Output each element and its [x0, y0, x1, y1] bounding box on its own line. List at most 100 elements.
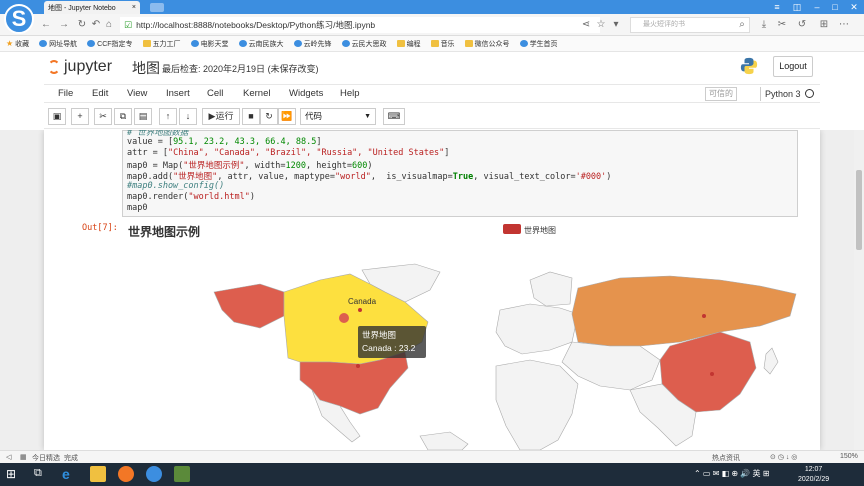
bookmark-item[interactable]: 云民大思政 — [341, 39, 387, 49]
edge-icon[interactable]: e — [62, 466, 70, 482]
windows-start-icon[interactable]: ⊞ — [6, 467, 16, 481]
file-explorer-icon[interactable] — [90, 466, 106, 482]
move-up-icon[interactable]: ↑ — [159, 108, 177, 125]
folder-icon — [464, 40, 473, 47]
menu-cell[interactable]: Cell — [207, 88, 223, 99]
back-icon[interactable]: ◁ — [6, 453, 11, 461]
browser-tab[interactable]: 地图 - Jupyter Notebo × — [44, 1, 140, 14]
menu-widgets[interactable]: Widgets — [289, 88, 323, 99]
bookmarks-bar: ★ 收藏 网址导航 CCF指定专 五力工厂 电影天堂 云南民族大 云岭先锋 云民大… — [0, 36, 864, 52]
skin-icon[interactable]: ◫ — [788, 1, 806, 13]
maximize-icon[interactable]: □ — [826, 1, 844, 13]
folder-icon — [396, 40, 405, 47]
undo-close-icon[interactable]: ↺ — [796, 19, 808, 31]
bookmark-folder[interactable]: 音乐 — [430, 39, 455, 49]
save-icon[interactable]: ▣ — [48, 108, 66, 125]
kernel-name[interactable]: Python 3 — [760, 87, 801, 101]
scrollbar-thumb[interactable] — [856, 170, 862, 250]
new-tab-button[interactable] — [150, 3, 164, 12]
taskbar-clock[interactable]: 12:07 2020/2/29 — [798, 465, 829, 485]
legend-swatch[interactable] — [503, 224, 521, 234]
globe-icon — [39, 40, 48, 47]
search-input[interactable]: 最火短评的书 — [630, 17, 750, 33]
forward-icon[interactable]: → — [58, 19, 70, 31]
bookmark-folder[interactable]: 编程 — [396, 39, 421, 49]
undo-icon[interactable]: ↶ — [90, 19, 102, 31]
bookmark-item[interactable]: ★ 收藏 — [6, 39, 29, 49]
move-down-icon[interactable]: ↓ — [179, 108, 197, 125]
checkpoint-status: 最后检查: 2020年2月19日 (未保存改变) — [162, 64, 319, 74]
status-today-picks[interactable]: 今日精选 — [32, 453, 60, 463]
close-window-icon[interactable]: ✕ — [845, 1, 863, 13]
refresh-icon[interactable]: ↻ — [76, 19, 88, 31]
task-view-icon[interactable]: ⧉ — [34, 467, 42, 480]
status-complete: 完成 — [64, 455, 78, 462]
legend-label[interactable]: 世界地图 — [524, 225, 556, 236]
home-icon[interactable]: ⌂ — [103, 19, 115, 31]
tray-icons[interactable]: ⌃ ▭ ✉ ◧ ⊕ 🔊 英 ⊞ — [694, 468, 769, 479]
notebook-title[interactable]: 地图 — [132, 58, 160, 78]
search-icon[interactable]: ⌕ — [736, 19, 748, 31]
menu-edit[interactable]: Edit — [92, 88, 108, 99]
python-logo-icon — [740, 57, 758, 75]
menu-icon[interactable]: ≡ — [768, 1, 786, 13]
menu-file[interactable]: File — [58, 88, 73, 99]
grid-icon[interactable]: ⊞ — [818, 19, 830, 31]
notebook-area: # 世界地图数据 value = [95.1, 23.2, 43.3, 66.4… — [0, 130, 854, 450]
code-line: attr = ["China", "Canada", "Brazil", "Ru… — [127, 148, 450, 158]
map-region-scandinavia — [529, 271, 573, 307]
cut-icon[interactable]: ✂ — [94, 108, 112, 125]
map-tooltip: 世界地图 Canada : 23.2 — [358, 326, 426, 358]
download-icon[interactable]: ⤓ — [758, 19, 770, 31]
tooltip-value: Canada : 23.2 — [362, 343, 416, 353]
menu-help[interactable]: Help — [340, 88, 360, 99]
stop-icon[interactable]: ■ — [242, 108, 260, 125]
map-region-russia — [571, 275, 797, 347]
menu-insert[interactable]: Insert — [166, 88, 190, 99]
bookmark-folder[interactable]: 微信公众号 — [464, 39, 510, 49]
minimize-icon[interactable]: – — [808, 1, 826, 13]
browser-status-bar: ◁ ▦ 今日精选 完成 热点资讯 ⊙ ◷ ↓ ◎ 150% — [0, 450, 864, 463]
chevron-down-icon: ▼ — [364, 113, 371, 120]
menu-kernel[interactable]: Kernel — [243, 88, 270, 99]
logout-button[interactable]: Logout — [773, 56, 813, 77]
jupyter-taskbar-icon[interactable] — [118, 466, 134, 482]
dropdown-icon[interactable]: ▾ — [610, 19, 622, 31]
bookmark-item[interactable]: 网址导航 — [39, 39, 77, 49]
zoom-level[interactable]: 150% — [840, 453, 858, 460]
back-icon[interactable]: ← — [40, 19, 52, 31]
bookmark-star-icon[interactable]: ☆ — [595, 19, 607, 31]
code-cell[interactable]: # 世界地图数据 value = [95.1, 23.2, 43.3, 66.4… — [122, 130, 798, 217]
more-icon[interactable]: ⋯ — [838, 19, 850, 31]
jupyter-logo[interactable]: jupyter — [48, 58, 112, 76]
code-line: map0 — [127, 203, 148, 213]
menu-view[interactable]: View — [127, 88, 147, 99]
bookmark-item[interactable]: 五力工厂 — [142, 39, 181, 49]
restart-icon[interactable]: ↻ — [260, 108, 278, 125]
python-taskbar-icon[interactable] — [174, 466, 190, 482]
trusted-indicator[interactable]: 可信的 — [705, 87, 737, 101]
map-region-alaska — [213, 283, 285, 329]
fast-forward-icon[interactable]: ⏩ — [278, 108, 296, 125]
today-picks-icon[interactable]: ▦ — [20, 453, 27, 461]
extensions-icon[interactable]: ✂ — [776, 19, 788, 31]
bookmark-item[interactable]: 学生首页 — [519, 39, 558, 49]
bookmark-item[interactable]: 云岭先锋 — [293, 39, 332, 49]
share-icon[interactable]: ⋖ — [580, 19, 592, 31]
bookmark-item[interactable]: 电影天堂 — [190, 39, 229, 49]
browser-taskbar-icon[interactable] — [146, 466, 162, 482]
status-hot-news[interactable]: 热点资讯 — [712, 453, 740, 463]
bookmark-item[interactable]: CCF指定专 — [87, 39, 133, 49]
bookmark-item[interactable]: 云南民族大 — [238, 39, 284, 49]
output-prompt: Out[7]: — [82, 223, 118, 233]
paste-icon[interactable]: ▤ — [134, 108, 152, 125]
add-cell-icon[interactable]: + — [71, 108, 89, 125]
close-tab-icon[interactable]: × — [132, 4, 136, 11]
cell-type-select[interactable]: 代码 ▼ — [300, 108, 376, 125]
keyboard-icon[interactable]: ⌨ — [383, 108, 405, 125]
run-button[interactable]: ▶运行 — [202, 108, 240, 125]
code-line: #map0.show_config() — [127, 181, 225, 191]
copy-icon[interactable]: ⧉ — [114, 108, 132, 125]
world-map[interactable]: Canada — [200, 250, 800, 450]
url-input[interactable]: ☑ http://localhost:8888/notebooks/Deskto… — [120, 17, 600, 33]
